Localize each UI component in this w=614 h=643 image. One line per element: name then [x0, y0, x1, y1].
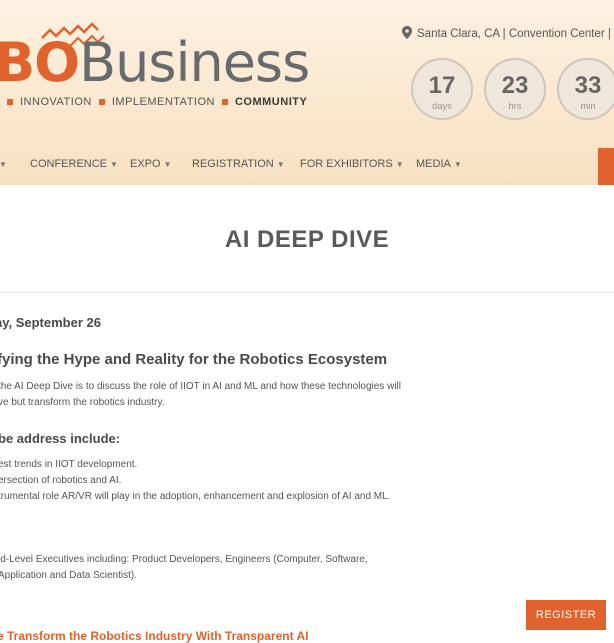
countdown-days: 17 days: [411, 58, 473, 120]
site-header: BOBusiness INNOVATION IMPLEMENTATION COMMU…: [0, 0, 614, 185]
nav-item-registration[interactable]: REGISTRATION ▼: [192, 158, 285, 170]
chevron-down-icon: ▼: [395, 160, 404, 169]
session-date: ay, September 26: [0, 315, 101, 330]
tagline: INNOVATION IMPLEMENTATION COMMUNITY: [0, 96, 307, 108]
site-logo[interactable]: BOBusiness: [0, 36, 310, 90]
nav-label: CONFERENCE: [30, 158, 108, 170]
register-button[interactable]: REGISTER: [526, 600, 606, 630]
tagline-item: INNOVATION: [20, 96, 92, 108]
intro-line: the AI Deep Dive is to discuss the role …: [0, 381, 401, 392]
event-location: Santa Clara, CA | Convention Center | S: [402, 26, 614, 40]
countdown-unit: hrs: [508, 101, 522, 112]
countdown-value: 33: [574, 72, 602, 99]
logo-part-1: BO: [0, 31, 80, 94]
location-text: Santa Clara, CA | Convention Center | S: [417, 28, 614, 40]
tagline-item: COMMUNITY: [234, 96, 308, 108]
bullet-square: [221, 98, 228, 105]
topics-heading: be address include:: [0, 431, 121, 446]
divider: [0, 292, 614, 293]
nav-label: REGISTRATION: [192, 158, 274, 170]
intro-line: ve but transform the robotics industry.: [0, 397, 165, 408]
chevron-down-icon: ▼: [276, 160, 285, 169]
countdown-value: 23: [501, 72, 529, 99]
location-pin-icon: [402, 26, 412, 39]
chevron-down-icon: ▼: [0, 160, 7, 169]
topic-item: est trends in IIOT development.: [0, 459, 138, 470]
countdown-unit: days: [431, 101, 453, 112]
nav-label: MEDIA: [416, 158, 451, 170]
countdown-unit: min: [580, 101, 596, 112]
chevron-down-icon: ▼: [453, 160, 462, 169]
audience-line: Application and Data Scientist).: [0, 570, 137, 581]
next-session-link[interactable]: e Transform the Robotics Industry With T…: [0, 629, 309, 643]
chevron-down-icon: ▼: [163, 160, 172, 169]
countdown-minutes: 33 min: [557, 58, 614, 120]
nav-item-for-exhibitors[interactable]: FOR EXHIBITORS ▼: [300, 158, 404, 170]
bullet-square: [98, 98, 105, 105]
tagline-item: IMPLEMENTATION: [111, 96, 215, 108]
nav-item-conference[interactable]: CONFERENCE ▼: [30, 158, 118, 170]
countdown-value: 17: [428, 72, 456, 99]
session-heading: fying the Hype and Reality for the Robot…: [0, 351, 388, 368]
page-title: AI DEEP DIVE: [224, 226, 390, 253]
topic-item: ersection of robotics and AI.: [0, 475, 122, 486]
nav-label: FOR EXHIBITORS: [300, 158, 393, 170]
nav-label: EXPO: [130, 158, 161, 170]
nav-chevron-partial[interactable]: ▼: [0, 158, 7, 170]
nav-item-expo[interactable]: EXPO ▼: [130, 158, 172, 170]
audience-line: id-Level Executives including: Product D…: [0, 554, 368, 565]
topic-item: trumental role AR/VR will play in the ad…: [0, 491, 391, 502]
nav-cta-button[interactable]: [598, 148, 614, 185]
chevron-down-icon: ▼: [110, 160, 118, 169]
bullet-square: [7, 98, 13, 105]
main-nav: ▼ CONFERENCE ▼ EXPO ▼ REGISTRATION ▼ FOR EX…: [0, 148, 614, 185]
logo-part-2: Business: [79, 31, 310, 94]
nav-item-media[interactable]: MEDIA ▼: [416, 158, 462, 170]
countdown-hours: 23 hrs: [484, 58, 546, 120]
